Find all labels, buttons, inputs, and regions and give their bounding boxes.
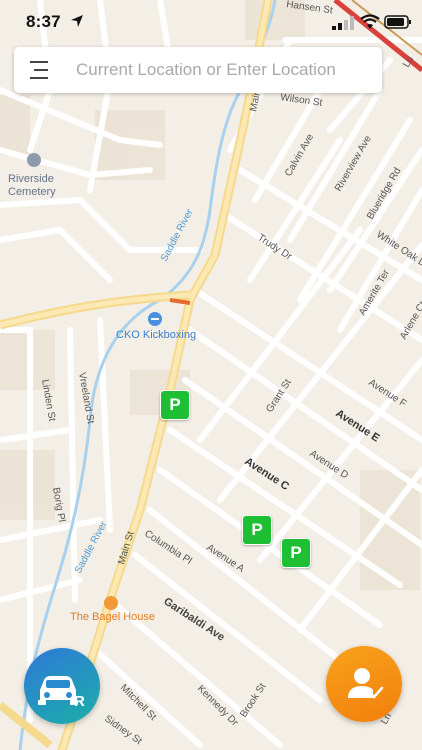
cemetery-label: Riverside <box>8 173 54 185</box>
clock: 8:37 <box>26 12 61 31</box>
parking-marker[interactable]: P <box>281 538 311 568</box>
user-check-button[interactable] <box>326 646 402 722</box>
wifi-icon <box>360 14 380 29</box>
parking-marker[interactable]: P <box>160 390 190 420</box>
bagel-label: The Bagel House <box>70 611 155 623</box>
reserve-parking-button[interactable]: R <box>24 648 100 724</box>
location-search-input[interactable] <box>76 47 376 93</box>
cemetery-icon <box>27 153 41 167</box>
status-bar: 8:37 <box>0 0 422 46</box>
food-icon <box>104 596 118 610</box>
svg-text:R: R <box>74 693 85 710</box>
cemetery-label-2: Cemetery <box>8 186 56 198</box>
hamburger-menu-icon[interactable] <box>26 58 56 82</box>
cellular-signal-icon <box>332 16 354 30</box>
battery-icon <box>384 15 411 29</box>
kickboxing-label: CKO Kickboxing <box>116 329 196 341</box>
car-reserve-icon: R <box>38 676 85 710</box>
user-check-icon <box>348 668 384 699</box>
map-canvas[interactable]: Riverside Cemetery CKO Kickboxing The Ba… <box>0 0 422 750</box>
location-search-bar <box>14 47 382 93</box>
location-arrow-icon <box>71 15 83 27</box>
parking-marker[interactable]: P <box>242 515 272 545</box>
